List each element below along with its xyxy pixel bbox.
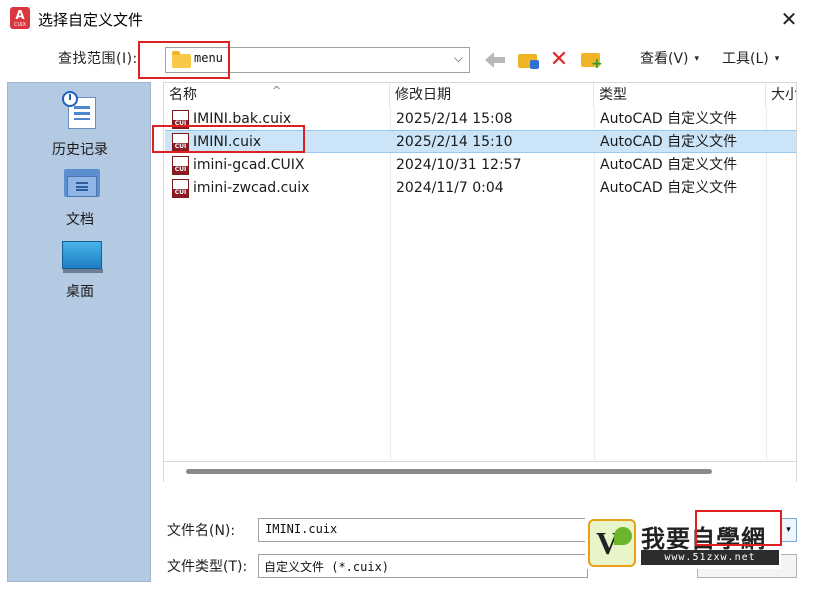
cuix-file-icon: CUI	[172, 156, 189, 175]
chevron-down-icon[interactable]: ⌵	[454, 51, 463, 66]
place-documents[interactable]: 文档	[8, 163, 152, 233]
watermark-url: www.51zxw.net	[641, 550, 779, 565]
chevron-down-icon[interactable]: ▾	[780, 519, 796, 541]
filename-label: 文件名(N):	[167, 523, 236, 539]
autocad-app-icon: A CUIX	[10, 7, 30, 29]
file-row[interactable]: CUI imini-gcad.CUIX 2024/10/31 12:57 Aut…	[165, 154, 796, 177]
title-bar: A CUIX 选择自定义文件 ✕	[0, 0, 814, 38]
highlight-box-selected-file	[152, 125, 305, 153]
up-one-level-button[interactable]	[514, 47, 542, 73]
watermark-logo-icon	[588, 519, 636, 567]
delete-button[interactable]: ✕	[545, 47, 573, 73]
place-desktop[interactable]: 桌面	[8, 235, 152, 305]
horizontal-scrollbar[interactable]	[163, 462, 797, 482]
column-header-name[interactable]: 名称 ^	[164, 83, 390, 107]
tools-menu-label: 工具(L)	[722, 51, 769, 67]
file-type: AutoCAD 自定义文件	[600, 157, 738, 173]
tools-menu[interactable]: 工具(L) ▾	[722, 48, 779, 68]
filetype-select[interactable]: 自定义文件 (*.cuix)	[258, 554, 588, 578]
back-button[interactable]	[483, 47, 511, 73]
history-icon	[62, 91, 98, 129]
file-modified: 2024/11/7 0:04	[396, 180, 504, 196]
desktop-icon	[62, 241, 103, 273]
filetype-label: 文件类型(T):	[167, 559, 248, 575]
caret-icon: ▾	[694, 54, 700, 64]
highlight-box-open-button	[695, 510, 782, 546]
column-header-modified[interactable]: 修改日期	[390, 83, 594, 107]
scrollbar-thumb[interactable]	[186, 469, 712, 474]
caret-icon: ▾	[774, 54, 780, 64]
sort-ascending-icon: ^	[272, 84, 282, 97]
file-modified: 2025/2/14 15:10	[396, 134, 513, 150]
file-name: imini-gcad.CUIX	[193, 157, 305, 173]
file-type: AutoCAD 自定义文件	[600, 134, 738, 150]
file-modified: 2025/2/14 15:08	[396, 111, 513, 127]
column-header-type[interactable]: 类型	[594, 83, 766, 107]
places-bar: 历史记录 文档 桌面	[7, 82, 151, 582]
file-type: AutoCAD 自定义文件	[600, 180, 738, 196]
highlight-box-look-in	[138, 41, 230, 79]
look-in-label: 查找范围(I):	[58, 51, 138, 67]
new-folder-button[interactable]: +	[577, 47, 605, 73]
file-type: AutoCAD 自定义文件	[600, 111, 738, 127]
plus-icon: +	[591, 56, 603, 72]
filename-input[interactable]: IMINI.cuix	[258, 518, 588, 542]
filetype-value: 自定义文件 (*.cuix)	[264, 560, 390, 574]
place-history[interactable]: 历史记录	[8, 87, 152, 158]
file-name: imini-zwcad.cuix	[193, 180, 310, 196]
cuix-file-icon: CUI	[172, 179, 189, 198]
place-label: 桌面	[66, 284, 94, 300]
view-menu[interactable]: 查看(V) ▾	[640, 48, 699, 68]
dialog-title: 选择自定义文件	[38, 11, 144, 29]
file-row[interactable]: CUI imini-zwcad.cuix 2024/11/7 0:04 Auto…	[165, 177, 796, 200]
view-menu-label: 查看(V)	[640, 51, 689, 67]
place-label: 历史记录	[52, 142, 108, 158]
close-button[interactable]: ✕	[778, 8, 800, 30]
file-modified: 2024/10/31 12:57	[396, 157, 522, 173]
column-header-size[interactable]: 大小	[766, 83, 796, 107]
place-label: 文档	[66, 212, 94, 228]
documents-icon	[64, 169, 100, 199]
